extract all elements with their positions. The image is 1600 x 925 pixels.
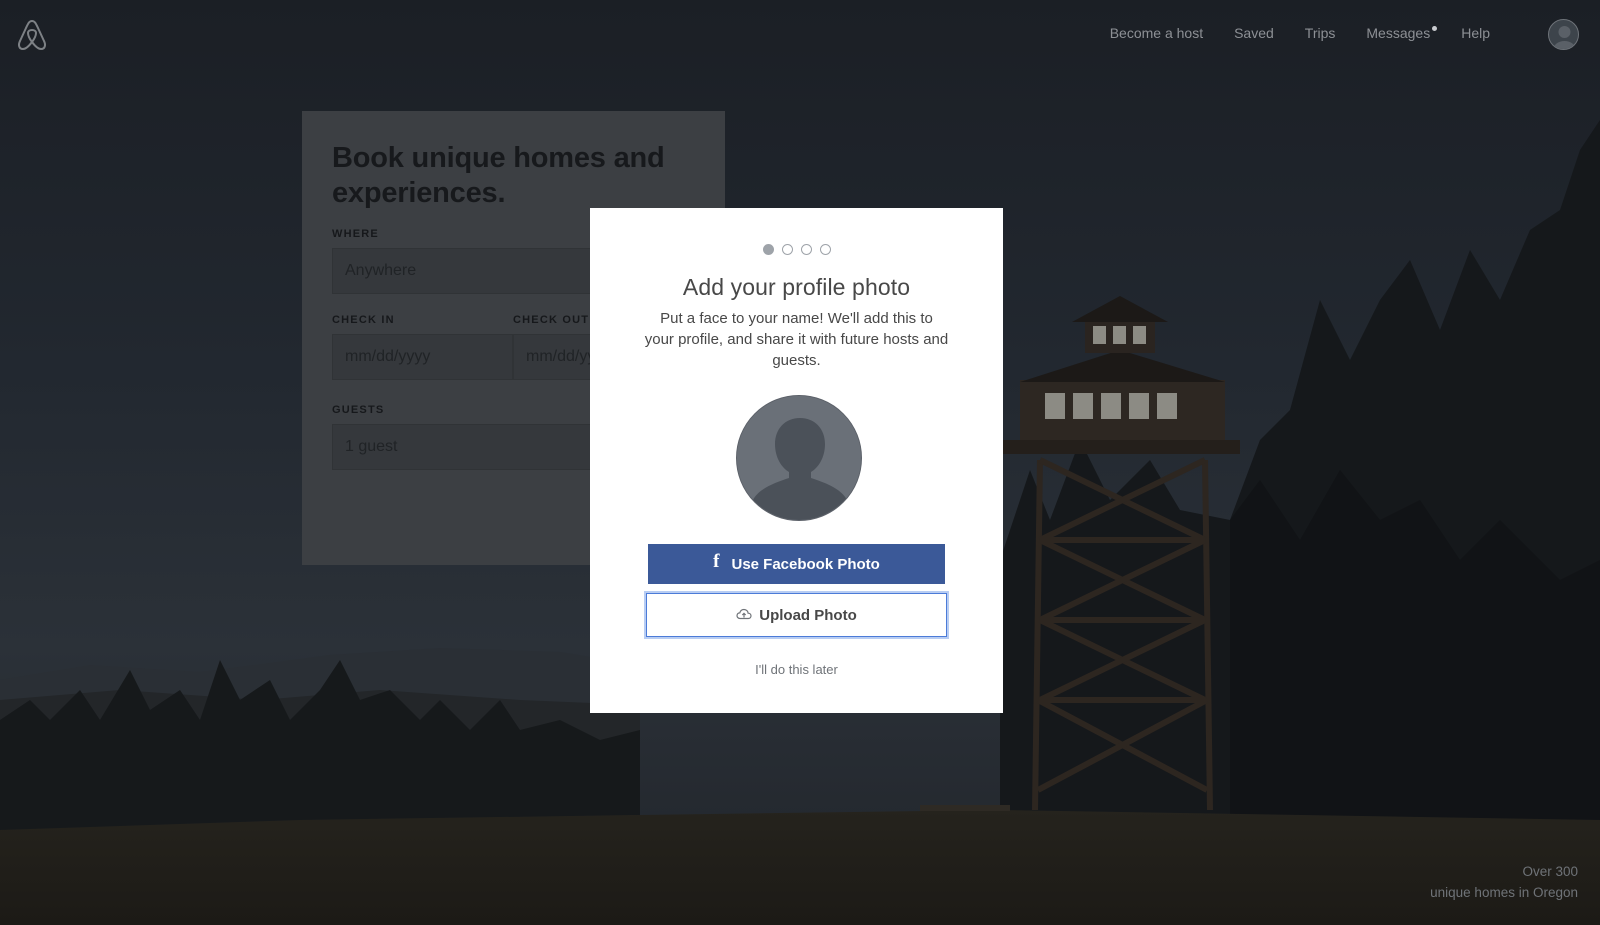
step-indicator xyxy=(590,244,1003,255)
upload-photo-button[interactable]: Upload Photo xyxy=(644,591,949,639)
notification-dot-icon xyxy=(1432,26,1438,31)
nav-help[interactable]: Help xyxy=(1461,25,1490,41)
nav-trips[interactable]: Trips xyxy=(1305,25,1336,41)
checkout-label: CHECK OUT xyxy=(513,314,590,326)
do-this-later-link[interactable]: I'll do this later xyxy=(590,662,1003,677)
top-navigation: Become a host Saved Trips Messages Help xyxy=(0,0,1600,70)
use-facebook-photo-button[interactable]: f Use Facebook Photo xyxy=(648,544,945,584)
facebook-button-label: Use Facebook Photo xyxy=(731,555,880,573)
nav-messages-label: Messages xyxy=(1366,25,1431,41)
step-dot-2 xyxy=(781,244,793,255)
checkin-label: CHECK IN xyxy=(332,314,395,326)
nav-links: Become a host Saved Trips Messages Help xyxy=(1110,25,1490,41)
upload-button-label: Upload Photo xyxy=(759,606,857,624)
cloud-upload-icon xyxy=(736,607,752,624)
caption-line-1: Over 300 xyxy=(1522,864,1578,879)
profile-photo-modal: Add your profile photo Put a face to you… xyxy=(590,208,1003,713)
step-dot-4 xyxy=(819,244,831,255)
nav-become-host[interactable]: Become a host xyxy=(1110,25,1203,41)
user-avatar-icon[interactable] xyxy=(1548,19,1579,50)
step-dot-3 xyxy=(800,244,812,255)
airbnb-logo-icon[interactable] xyxy=(16,18,48,52)
where-label: WHERE xyxy=(332,228,379,240)
checkin-input[interactable]: mm/dd/yyyy xyxy=(332,334,513,380)
modal-title: Add your profile photo xyxy=(682,274,911,300)
nav-messages[interactable]: Messages xyxy=(1366,25,1438,41)
guests-label: GUESTS xyxy=(332,404,385,416)
default-avatar-icon xyxy=(736,395,862,521)
caption-line-2: unique homes in Oregon xyxy=(1430,885,1578,900)
location-caption: Over 300 unique homes in Oregon xyxy=(1430,861,1578,903)
step-dot-1 xyxy=(762,244,774,255)
booking-title: Book unique homes and experiences. xyxy=(332,142,665,209)
nav-saved[interactable]: Saved xyxy=(1234,25,1274,41)
facebook-icon: f xyxy=(713,551,720,572)
modal-description: Put a face to your name! We'll add this … xyxy=(644,310,949,369)
